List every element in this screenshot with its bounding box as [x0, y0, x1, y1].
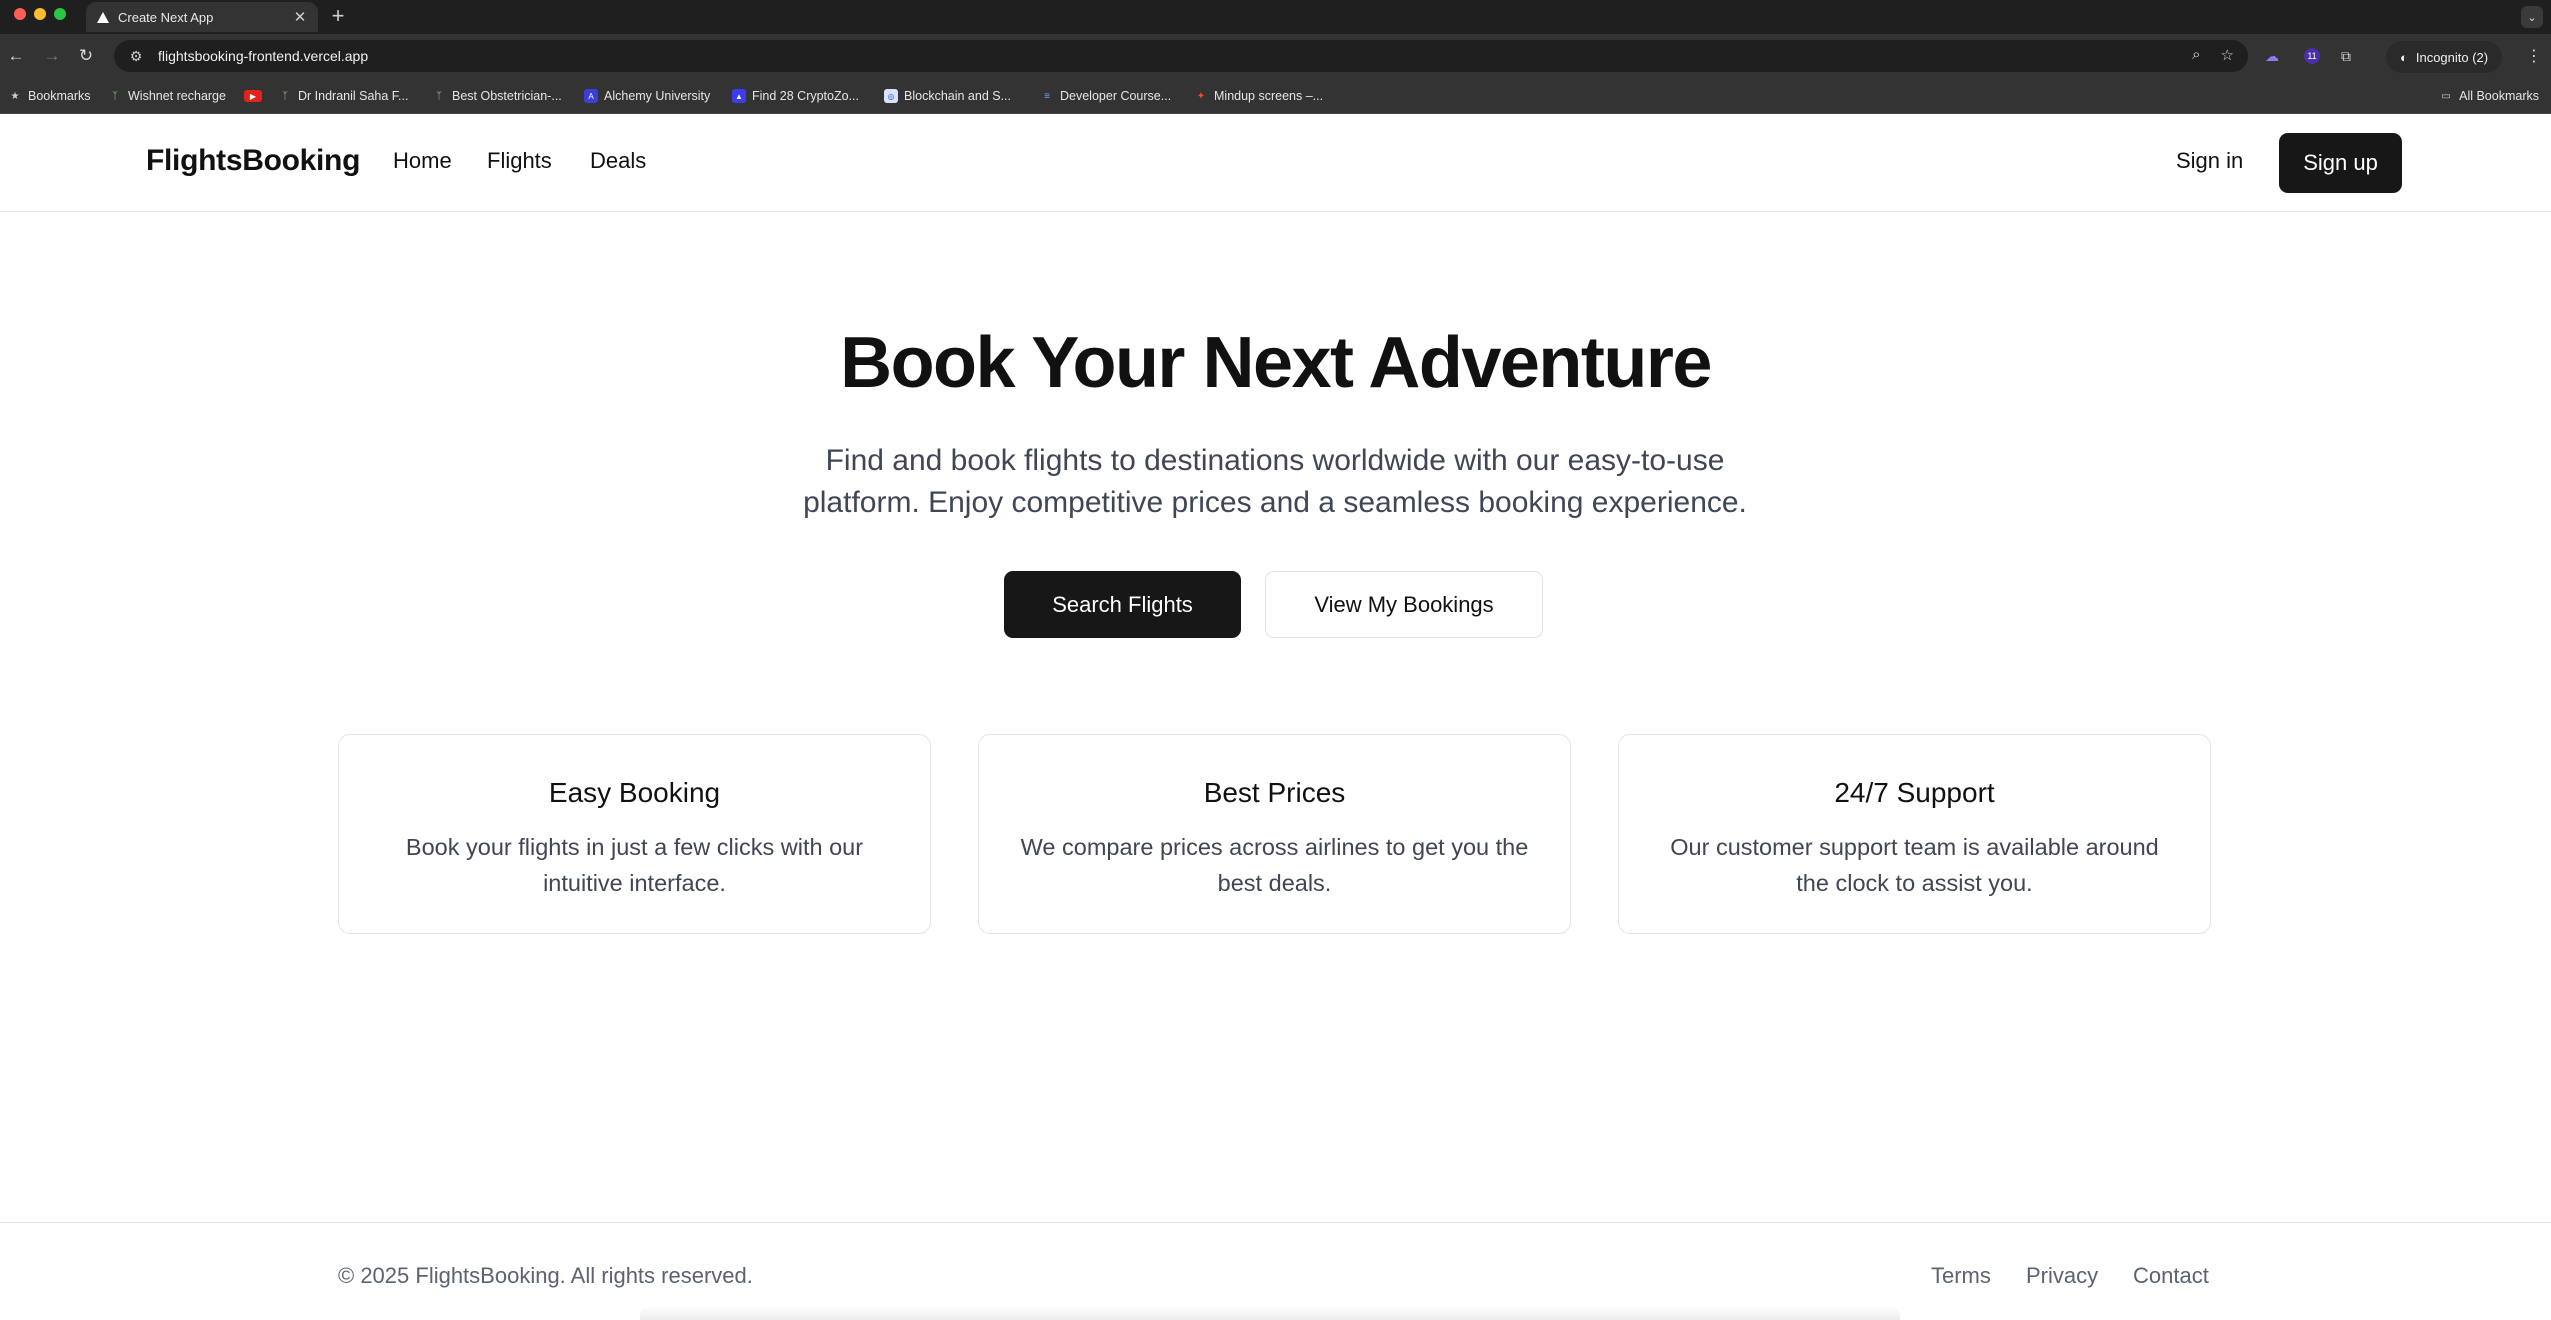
forward-arrow-icon[interactable]: →: [40, 44, 64, 68]
stack-icon: ≡: [1044, 90, 1050, 102]
reload-icon[interactable]: ↻: [74, 44, 98, 68]
new-tab-icon[interactable]: +: [326, 3, 350, 29]
tab-title: Create Next App: [118, 9, 214, 25]
browser-tab-active[interactable]: Create Next App ✕: [86, 2, 318, 32]
window-maximize-button[interactable]: [54, 8, 66, 20]
figma-icon: ✦: [1196, 90, 1206, 102]
bookmark-item[interactable]: ᛉ Wishnet recharge: [108, 87, 226, 105]
copyright-text: © 2025 FlightsBooking. All rights reserv…: [338, 1263, 753, 1288]
bookmark-label: Find 28 CryptoZo...: [752, 89, 859, 103]
extension-badge-icon[interactable]: 11: [2302, 46, 2322, 66]
feature-text: We compare prices across airlines to get…: [1020, 834, 1529, 896]
triangle-icon: ▲: [732, 89, 746, 103]
back-arrow-icon[interactable]: ←: [4, 44, 28, 68]
dock-shadow: [640, 1306, 1900, 1320]
window-minimize-button[interactable]: [34, 8, 46, 20]
site-logo[interactable]: FlightsBooking: [146, 144, 360, 178]
bookmark-item[interactable]: ◎ Blockchain and S...: [884, 87, 1011, 105]
all-bookmarks-label: All Bookmarks: [2459, 89, 2539, 103]
feature-card-best-prices: Best Prices We compare prices across air…: [978, 734, 1571, 934]
browser-toolbar: ← → ↻ ⚙ flightsbooking-frontend.vercel.a…: [0, 34, 2551, 78]
window-close-button[interactable]: [14, 8, 26, 20]
bookmark-label: Best Obstetrician-...: [452, 89, 562, 103]
bookmark-item[interactable]: ★ Bookmarks: [8, 87, 91, 105]
feature-title: Best Prices: [1203, 777, 1346, 808]
browser-tab-strip: Create Next App ✕ + ⌄: [0, 0, 2551, 34]
footer-link-privacy[interactable]: Privacy: [2026, 1263, 2098, 1289]
bookmark-star-icon[interactable]: ☆: [2221, 46, 2234, 64]
extension-badge-count: 11: [2304, 48, 2320, 64]
incognito-icon: ◐: [2400, 49, 2408, 65]
bookmark-label: Mindup screens –...: [1214, 89, 1324, 103]
incognito-button[interactable]: ◐ Incognito (2): [2386, 41, 2503, 73]
tab-close-icon[interactable]: ✕: [292, 8, 308, 26]
footer-link-contact[interactable]: Contact: [2133, 1263, 2209, 1289]
star-icon: ★: [10, 90, 20, 102]
all-bookmarks-button[interactable]: ▭ All Bookmarks: [2439, 87, 2539, 105]
extensions-puzzle-icon[interactable]: ⧉: [2336, 46, 2356, 66]
site-icon: ᛉ: [112, 90, 118, 102]
youtube-icon: ▶: [244, 90, 262, 102]
feature-title: Easy Booking: [548, 777, 721, 808]
feature-text: Book your flights in just a few clicks w…: [405, 834, 864, 896]
feature-card-support: 24/7 Support Our customer support team i…: [1618, 734, 2211, 934]
footer-link-terms[interactable]: Terms: [1931, 1263, 1991, 1289]
sign-in-link[interactable]: Sign in: [2176, 148, 2243, 174]
folder-icon: ▭: [2441, 90, 2451, 102]
bookmark-label: Wishnet recharge: [128, 89, 226, 103]
sign-up-button[interactable]: Sign up: [2279, 133, 2402, 193]
browser-menu-icon[interactable]: ⋮: [2524, 46, 2544, 66]
bookmark-item[interactable]: ▲ Find 28 CryptoZo...: [732, 87, 859, 105]
bookmark-label: Developer Course...: [1060, 89, 1172, 103]
bookmark-item[interactable]: ✦ Mindup screens –...: [1194, 87, 1323, 105]
incognito-label: Incognito (2): [2415, 49, 2489, 65]
nav-link-home[interactable]: Home: [393, 148, 452, 174]
site-icon: ᛉ: [282, 90, 288, 102]
url-text: flightsbooking-frontend.vercel.app: [158, 48, 369, 64]
feature-card-easy-booking: Easy Booking Book your flights in just a…: [338, 734, 931, 934]
view-my-bookings-button[interactable]: View My Bookings: [1265, 571, 1543, 638]
search-flights-button[interactable]: Search Flights: [1004, 571, 1241, 638]
hero-subtitle: Find and book flights to destinations wo…: [803, 444, 1747, 519]
bookmark-label: Alchemy University: [604, 89, 711, 103]
zoom-icon[interactable]: ⌕: [2192, 46, 2200, 64]
site-icon: ᛉ: [436, 90, 442, 102]
hero-title: Book Your Next Adventure: [840, 323, 1712, 403]
site-header: FlightsBooking Home Flights Deals Sign i…: [0, 114, 2551, 212]
feature-title: 24/7 Support: [1834, 777, 1995, 808]
extension-cloud-icon[interactable]: ☁: [2262, 46, 2282, 66]
site-settings-icon[interactable]: ⚙: [126, 48, 146, 65]
bookmark-item[interactable]: ▶: [244, 87, 262, 105]
tab-search-icon[interactable]: ⌄: [2521, 6, 2543, 28]
site-icon: ◎: [884, 89, 898, 103]
feature-text: Our customer support team is available a…: [1670, 834, 2159, 896]
bookmark-label: Dr Indranil Saha F...: [298, 89, 409, 103]
vercel-icon: [96, 10, 110, 24]
bookmark-label: Blockchain and S...: [904, 89, 1012, 103]
bookmark-item[interactable]: A Alchemy University: [584, 87, 710, 105]
nav-link-flights[interactable]: Flights: [487, 148, 552, 174]
bookmark-item[interactable]: ≡ Developer Course...: [1040, 87, 1171, 105]
alchemy-icon: A: [584, 89, 598, 103]
bookmarks-bar: ★ Bookmarks ᛉ Wishnet recharge ▶ ᛉ Dr In…: [0, 78, 2551, 114]
address-bar[interactable]: ⚙ flightsbooking-frontend.vercel.app ⌕ ☆: [114, 40, 2248, 72]
bookmark-label: Bookmarks: [28, 89, 91, 103]
bookmark-item[interactable]: ᛉ Dr Indranil Saha F...: [278, 87, 408, 105]
nav-link-deals[interactable]: Deals: [590, 148, 646, 174]
bookmark-item[interactable]: ᛉ Best Obstetrician-...: [432, 87, 562, 105]
